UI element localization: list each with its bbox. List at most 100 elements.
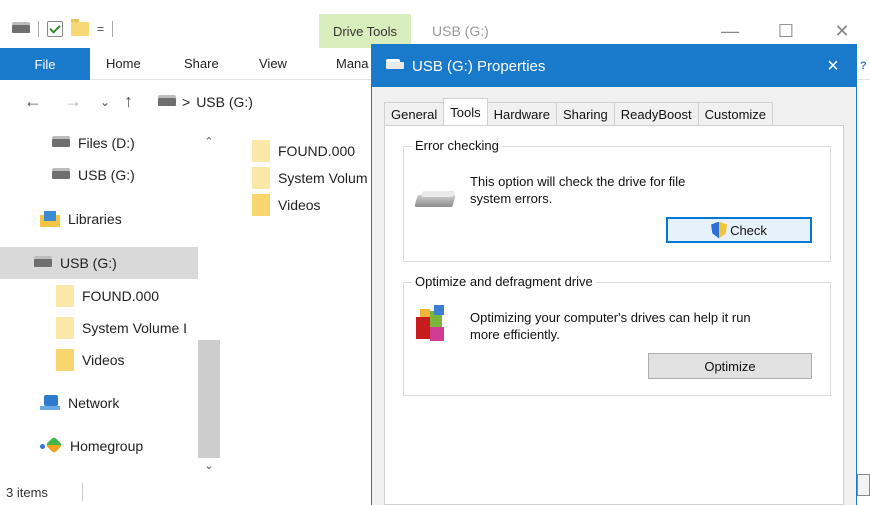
optimize-group: Optimize and defragment drive Optimizing… (403, 274, 831, 396)
dialog-title: USB (G:) Properties (412, 58, 546, 75)
nav-item-label: Libraries (68, 211, 122, 227)
uac-shield-icon (711, 222, 727, 239)
nav-item-label: Homegroup (70, 438, 144, 454)
tab-view[interactable]: View (259, 56, 287, 71)
toolbar-divider (112, 21, 114, 37)
folder-icon (252, 140, 270, 162)
nav-item-videos[interactable]: Videos (56, 345, 125, 375)
nav-item-label: Files (D:) (78, 135, 135, 151)
drive-icon (34, 256, 52, 267)
drive-icon (12, 22, 30, 33)
list-item[interactable]: FOUND.000 (252, 140, 355, 162)
tab-general[interactable]: General (384, 102, 445, 125)
tools-tab-panel: Error checking This option will check th… (384, 125, 844, 505)
defragment-icon (416, 305, 450, 343)
tab-file[interactable]: File (0, 48, 90, 80)
folder-icon (56, 285, 74, 307)
recent-locations-chevron-icon[interactable]: ⌄ (100, 95, 110, 109)
network-icon (40, 395, 60, 411)
drive-tools-context-tab[interactable]: Drive Tools (319, 14, 411, 48)
folder-icon (56, 317, 74, 339)
item-count: 3 items (6, 485, 48, 500)
window-controls: — ☐ ✕ (702, 14, 870, 48)
file-name: FOUND.000 (278, 143, 356, 159)
maximize-button[interactable]: ☐ (758, 14, 814, 48)
nav-item-found-000[interactable]: FOUND.000 (56, 281, 159, 311)
optimize-description-line2: more efficiently. (470, 327, 560, 342)
tab-share[interactable]: Share (184, 56, 219, 71)
libraries-icon (40, 211, 60, 227)
folder-icon (252, 194, 270, 216)
file-name: System Volum (278, 170, 368, 186)
tab-tools[interactable]: Tools (443, 98, 488, 125)
nav-item-system-volume[interactable]: System Volume I (56, 313, 198, 343)
toolbar-divider (38, 21, 39, 37)
check-button-label: Check (730, 222, 767, 238)
nav-item-usb-g[interactable]: USB (G:) (52, 160, 135, 190)
breadcrumb-location[interactable]: USB (G:) (196, 94, 253, 110)
minimize-button[interactable]: — (702, 14, 758, 48)
nav-item-homegroup[interactable]: Homegroup (40, 431, 143, 461)
optimize-description-line1: Optimizing your computer's drives can he… (470, 310, 751, 325)
list-item[interactable]: System Volum (252, 167, 367, 189)
forward-arrow-icon[interactable]: → (64, 91, 82, 112)
optimize-button[interactable]: Optimize (648, 353, 812, 379)
nav-item-files-d[interactable]: Files (D:) (52, 128, 135, 158)
tab-home[interactable]: Home (106, 56, 141, 71)
drive-icon (52, 168, 70, 179)
tab-hardware[interactable]: Hardware (486, 102, 557, 125)
error-checking-group: Error checking This option will check th… (403, 138, 831, 262)
title-bar: = Drive Tools USB (G:) — ☐ ✕ (0, 14, 870, 48)
back-arrow-icon[interactable]: ← (24, 91, 42, 112)
navigation-scrollbar[interactable]: ⌃ ⌄ (198, 134, 220, 479)
nav-item-label: FOUND.000 (82, 288, 160, 304)
property-tabs: General Tools Hardware Sharing ReadyBoos… (384, 98, 774, 125)
nav-item-usb-g-selected[interactable]: USB (G:) (0, 247, 198, 279)
new-folder-icon[interactable] (71, 19, 89, 36)
dialog-title-bar: USB (G:) Properties × (372, 45, 856, 87)
up-arrow-icon[interactable]: ↑ (124, 91, 133, 112)
group-title: Error checking (412, 138, 502, 153)
scroll-up-chevron-icon[interactable]: ⌃ (198, 134, 220, 150)
help-icon[interactable]: ? (860, 60, 870, 74)
nav-item-label: Network (68, 395, 120, 411)
error-checking-description-line1: This option will check the drive for fil… (470, 174, 686, 189)
list-item[interactable]: Videos (252, 194, 321, 216)
nav-item-label: Videos (82, 352, 125, 368)
quick-access-toolbar: = (12, 19, 114, 37)
status-divider (82, 483, 83, 501)
nav-item-label: System Volume I (82, 320, 188, 336)
navigation-pane: Files (D:) USB (G:) Libraries USB (G:) F… (0, 124, 220, 479)
scroll-down-chevron-icon[interactable]: ⌄ (198, 458, 220, 474)
nav-item-libraries[interactable]: Libraries (40, 204, 122, 234)
drive-icon (386, 59, 404, 69)
homegroup-icon (40, 438, 62, 454)
drive-icon (52, 136, 70, 147)
tab-manage[interactable]: Mana (336, 56, 369, 71)
group-title: Optimize and defragment drive (412, 274, 596, 289)
scroll-thumb[interactable] (198, 340, 220, 458)
close-button[interactable]: ✕ (814, 14, 870, 48)
error-checking-description-line2: system errors. (470, 191, 553, 206)
check-button[interactable]: Check (666, 217, 812, 243)
tab-readyboost[interactable]: ReadyBoost (613, 102, 699, 125)
properties-check-icon[interactable] (47, 21, 63, 37)
properties-dialog: USB (G:) Properties × General Tools Hard… (371, 44, 857, 505)
file-list: FOUND.000 System Volum Videos (240, 124, 380, 479)
window-title: USB (G:) (432, 23, 489, 39)
folder-icon (56, 349, 74, 371)
hard-drive-icon (416, 189, 456, 211)
nav-item-label: USB (G:) (78, 167, 135, 183)
nav-item-label: USB (G:) (60, 255, 117, 271)
tab-sharing[interactable]: Sharing (555, 102, 615, 125)
details-view-icon[interactable] (857, 474, 870, 496)
folder-icon (252, 167, 270, 189)
breadcrumb-separator: > (182, 94, 191, 110)
nav-item-network[interactable]: Network (40, 388, 119, 418)
customize-toolbar-dropdown[interactable]: = (97, 22, 104, 36)
drive-icon (158, 95, 176, 106)
tab-customize[interactable]: Customize (697, 102, 774, 125)
file-name: Videos (278, 197, 321, 213)
dialog-body: General Tools Hardware Sharing ReadyBoos… (372, 87, 856, 505)
dialog-close-button[interactable]: × (818, 53, 848, 79)
